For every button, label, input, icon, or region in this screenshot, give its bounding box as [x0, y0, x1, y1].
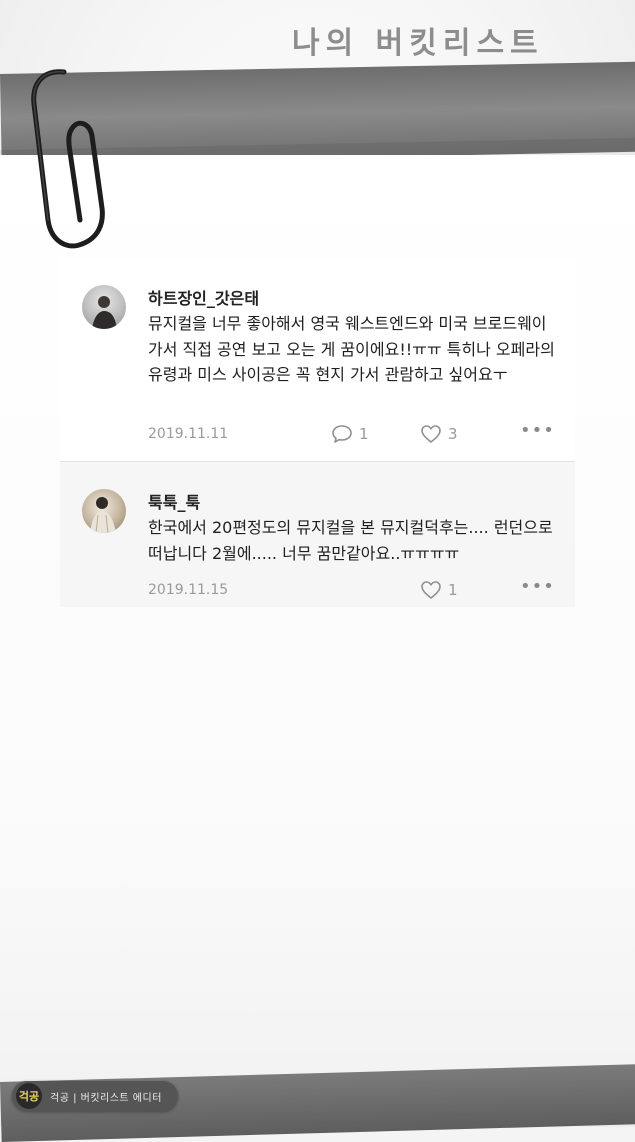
more-dots-icon[interactable]: •••: [520, 422, 555, 440]
comment-text: 한국에서 20편정도의 뮤지컬을 본 뮤지컬덕후는.... 런던으로 떠납니다 …: [148, 518, 553, 563]
comment-list: 하트장인_갓은태 뮤지컬을 너무 좋아해서 영국 웨스트엔드와 미국 브로드웨이…: [60, 258, 575, 607]
footer-logo: 걱공: [16, 1083, 42, 1109]
heart-icon: [421, 581, 441, 599]
heart-icon: [421, 425, 441, 443]
comment-date: 2019.11.11: [148, 426, 229, 442]
footer-badge: 걱공 걱공 | 버킷리스트 에디터: [12, 1081, 178, 1111]
comment-item: 하트장인_갓은태 뮤지컬을 너무 좋아해서 영국 웨스트엔드와 미국 브로드웨이…: [60, 258, 575, 462]
like-button[interactable]: 3: [420, 424, 458, 444]
avatar[interactable]: [82, 489, 126, 533]
reply-button[interactable]: 1: [331, 424, 369, 444]
paperclip-icon: [31, 69, 105, 249]
comment-author[interactable]: 툭툭_툭: [148, 489, 200, 513]
speech-bubble-icon: [332, 425, 352, 443]
comment-author[interactable]: 하트장인_갓은태: [148, 285, 259, 309]
like-count: 1: [448, 581, 458, 599]
comment-date: 2019.11.15: [148, 582, 229, 598]
comment-meta: 2019.11.15 1 •••: [148, 578, 565, 600]
comment-text: 뮤지컬을 너무 좋아해서 영국 웨스트엔드와 미국 브로드웨이 가서 직접 공연…: [148, 314, 555, 384]
more-dots-icon[interactable]: •••: [520, 578, 555, 596]
avatar[interactable]: [82, 285, 126, 329]
like-button[interactable]: 1: [420, 580, 458, 600]
comment-meta: 2019.11.11 1 3 •••: [148, 422, 565, 444]
page-title: 나의 버킷리스트: [292, 26, 544, 61]
footer-text: 걱공 | 버킷리스트 에디터: [50, 1092, 162, 1104]
like-count: 3: [448, 425, 458, 443]
comment-item: 툭툭_툭 한국에서 20편정도의 뮤지컬을 본 뮤지컬덕후는.... 런던으로 …: [60, 462, 575, 607]
reply-count: 1: [359, 425, 369, 443]
